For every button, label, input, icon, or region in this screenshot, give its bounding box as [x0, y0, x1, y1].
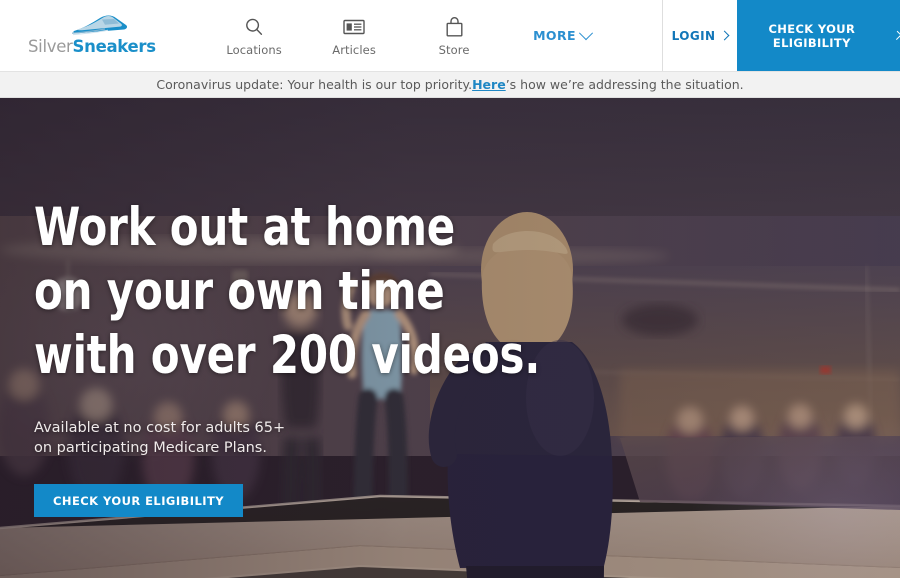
page-root: SilverSneakers Locations Articles Store … — [0, 0, 900, 580]
hero-headline-line-2: on your own time — [34, 261, 445, 322]
silversneakers-logo[interactable]: SilverSneakers — [28, 14, 156, 58]
notice-here-link[interactable]: Here — [472, 77, 506, 92]
search-icon — [244, 15, 264, 39]
newspaper-icon — [343, 15, 365, 39]
nav-item-locations[interactable]: Locations — [226, 15, 282, 57]
hero-subtext-line-2: on participating Medicare Plans. — [34, 440, 267, 456]
check-eligibility-hero-button[interactable]: CHECK YOUR ELIGIBILITY — [34, 484, 244, 517]
nav-item-store[interactable]: Store — [427, 15, 481, 57]
check-eligibility-header-button[interactable]: CHECK YOUR ELIGIBILITY — [737, 0, 900, 71]
logo-wordmark: SilverSneakers — [28, 37, 156, 56]
chevron-right-icon — [719, 30, 730, 41]
login-label: LOGIN — [671, 28, 716, 43]
hero-headline: Work out at home on your own time with o… — [34, 196, 541, 388]
site-header: SilverSneakers Locations Articles Store … — [0, 0, 900, 71]
nav-item-articles[interactable]: Articles — [327, 15, 381, 57]
hero-subtext: Available at no cost for adults 65+ on p… — [34, 418, 474, 458]
logo-text-sneakers: Sneakers — [72, 36, 157, 56]
header-actions: LOGIN CHECK YOUR ELIGIBILITY — [662, 0, 900, 71]
notice-text-after: ’s how we’re addressing the situation. — [505, 77, 744, 92]
sneaker-logo-icon — [72, 15, 128, 35]
primary-navigation: Locations Articles Store MORE — [180, 0, 662, 71]
check-eligibility-header-label: CHECK YOUR ELIGIBILITY — [768, 21, 856, 50]
nav-label-locations: Locations — [226, 42, 282, 57]
coronavirus-notice-bar: Coronavirus update: Your health is our t… — [0, 71, 900, 98]
nav-label-more: MORE — [533, 28, 576, 43]
check-eligibility-hero-label: CHECK YOUR ELIGIBILITY — [53, 493, 225, 508]
logo-text-silver: Silver — [28, 36, 73, 56]
hero-headline-line-3: with over 200 videos. — [34, 325, 541, 386]
hero-content: Work out at home on your own time with o… — [34, 196, 541, 517]
nav-label-store: Store — [438, 42, 470, 57]
hero-section: Work out at home on your own time with o… — [0, 98, 900, 578]
notice-text-before: Coronavirus update: Your health is our t… — [156, 77, 473, 92]
hero-subtext-line-1: Available at no cost for adults 65+ — [34, 420, 286, 436]
logo-link[interactable]: SilverSneakers — [0, 0, 180, 71]
chevron-down-icon — [578, 25, 593, 40]
nav-label-articles: Articles — [332, 42, 376, 57]
hero-headline-line-1: Work out at home — [34, 197, 456, 258]
shopping-bag-icon — [445, 15, 464, 39]
chevron-right-icon — [892, 30, 900, 41]
login-button[interactable]: LOGIN — [663, 0, 737, 71]
nav-item-more[interactable]: MORE — [533, 25, 593, 43]
